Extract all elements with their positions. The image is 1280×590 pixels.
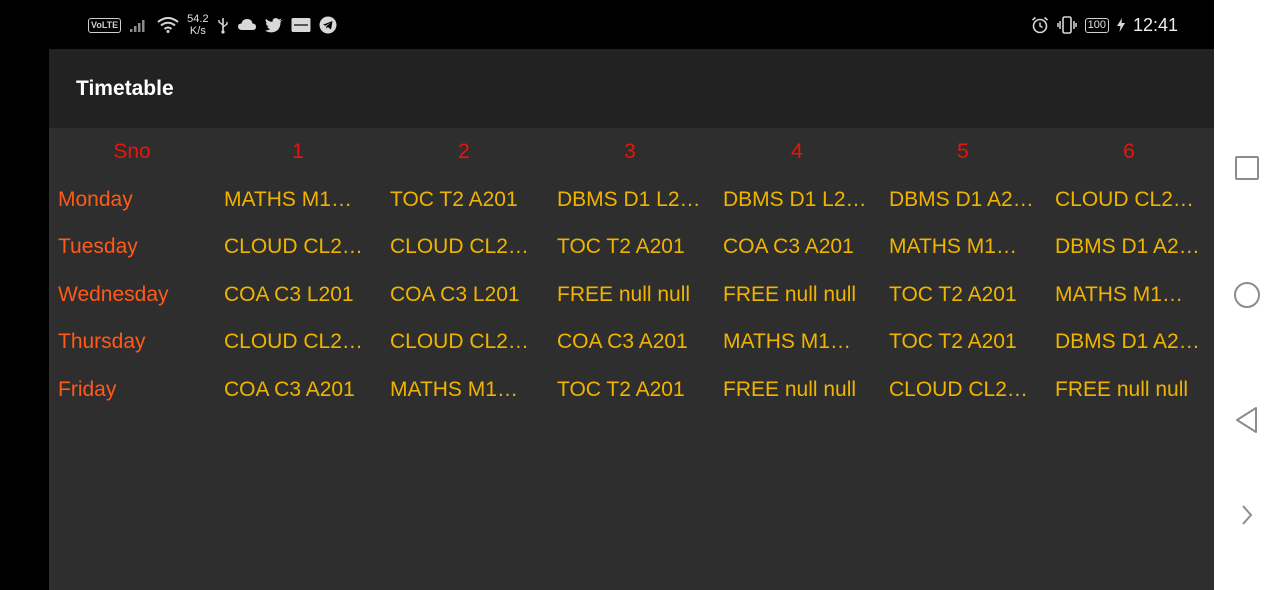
table-row-tuesday: Tuesday CLOUD CL2… CLOUD CL2… TOC T2 A20… (49, 223, 1214, 271)
slot-cell: COA C3 A201 (723, 235, 854, 259)
header-cell-period-6: 6 (1123, 140, 1135, 163)
slot-cell: MATHS M1… (1055, 282, 1183, 306)
slot-cell: DBMS D1 A2… (1055, 235, 1200, 259)
slot-cell: TOC T2 A201 (889, 282, 1017, 306)
slot-cell: FREE null null (723, 377, 857, 401)
screen: VoLTE 54.2 K/s 100 12:41 Timetable Sno 1… (0, 0, 1280, 590)
usb-icon (217, 16, 229, 34)
slot-cell: MATHS M1… (390, 377, 518, 401)
slot-cell: COA C3 A201 (557, 330, 688, 354)
header-cell-period-1: 1 (292, 140, 304, 163)
signal-icon (129, 17, 149, 33)
slot-cell: MATHS M1… (224, 187, 352, 211)
clock: 12:41 (1132, 14, 1178, 35)
day-label: Wednesday (58, 282, 169, 306)
slot-cell: DBMS D1 L2… (723, 187, 867, 211)
slot-cell: CLOUD CL2… (390, 235, 529, 259)
slot-cell: MATHS M1… (723, 330, 851, 354)
slot-cell: CLOUD CL2… (224, 330, 363, 354)
slot-cell: DBMS D1 L2… (557, 187, 701, 211)
home-circle-icon[interactable] (1231, 279, 1263, 311)
slot-cell: DBMS D1 A2… (889, 187, 1034, 211)
day-label: Monday (58, 187, 133, 211)
cloud-icon (237, 18, 257, 32)
charging-icon (1116, 18, 1125, 32)
slot-cell: COA C3 L201 (224, 282, 354, 306)
telegram-icon (319, 16, 337, 34)
speed-value: 54.2 (187, 13, 209, 25)
day-label: Friday (58, 377, 117, 401)
status-left-group: VoLTE 54.2 K/s (88, 10, 337, 40)
header-cell-sno: Sno (113, 140, 151, 163)
timetable-app: Timetable Sno 1 2 3 4 5 6 Monday MATHS M… (49, 49, 1214, 590)
slot-cell: CLOUD CL2… (390, 330, 529, 354)
slot-cell: DBMS D1 A2… (1055, 330, 1200, 354)
slot-cell: COA C3 L201 (390, 282, 520, 306)
table-row-monday: Monday MATHS M1… TOC T2 A201 DBMS D1 L2…… (49, 176, 1214, 224)
header-cell-period-2: 2 (458, 140, 470, 163)
slot-cell: TOC T2 A201 (889, 330, 1017, 354)
timetable-grid: Sno 1 2 3 4 5 6 Monday MATHS M1… TOC T2 … (49, 128, 1214, 414)
back-triangle-icon[interactable] (1231, 404, 1263, 436)
header-cell-period-5: 5 (957, 140, 969, 163)
slot-cell: CLOUD CL2… (224, 235, 363, 259)
app-bar: Timetable (49, 49, 1214, 128)
header-row: Sno 1 2 3 4 5 6 (49, 128, 1214, 176)
recents-square-icon[interactable] (1231, 152, 1263, 184)
slot-cell: FREE null null (1055, 377, 1189, 401)
status-bar: VoLTE 54.2 K/s 100 12:41 (0, 0, 1214, 49)
slot-cell: MATHS M1… (889, 235, 1017, 259)
slot-cell: TOC T2 A201 (557, 377, 685, 401)
day-label: Thursday (58, 330, 146, 354)
slot-cell: FREE null null (723, 282, 857, 306)
expand-chevron-icon[interactable] (1231, 499, 1263, 531)
slot-cell: TOC T2 A201 (390, 187, 518, 211)
vibrate-icon (1056, 16, 1077, 34)
slot-cell: FREE null null (557, 282, 691, 306)
wifi-icon (157, 17, 179, 33)
table-row-wednesday: Wednesday COA C3 L201 COA C3 L201 FREE n… (49, 271, 1214, 319)
slot-cell: CLOUD CL2… (889, 377, 1028, 401)
slot-cell: CLOUD CL2… (1055, 187, 1194, 211)
slot-cell: COA C3 A201 (224, 377, 355, 401)
page-title: Timetable (76, 77, 174, 100)
app-badge-icon (291, 17, 311, 33)
volte-badge: VoLTE (88, 17, 122, 33)
status-right-group: 100 12:41 (1031, 10, 1178, 40)
header-cell-period-3: 3 (624, 140, 636, 163)
twitter-icon (264, 17, 283, 33)
speed-unit: K/s (189, 25, 206, 37)
network-speed: 54.2 K/s (187, 13, 208, 37)
header-cell-period-4: 4 (791, 140, 803, 163)
battery-icon: 100 (1084, 17, 1109, 33)
day-label: Tuesday (58, 235, 138, 259)
table-row-thursday: Thursday CLOUD CL2… CLOUD CL2… COA C3 A2… (49, 318, 1214, 366)
slot-cell: TOC T2 A201 (557, 235, 685, 259)
navigation-bar (1214, 0, 1280, 590)
alarm-icon (1031, 16, 1049, 34)
table-row-friday: Friday COA C3 A201 MATHS M1… TOC T2 A201… (49, 366, 1214, 414)
